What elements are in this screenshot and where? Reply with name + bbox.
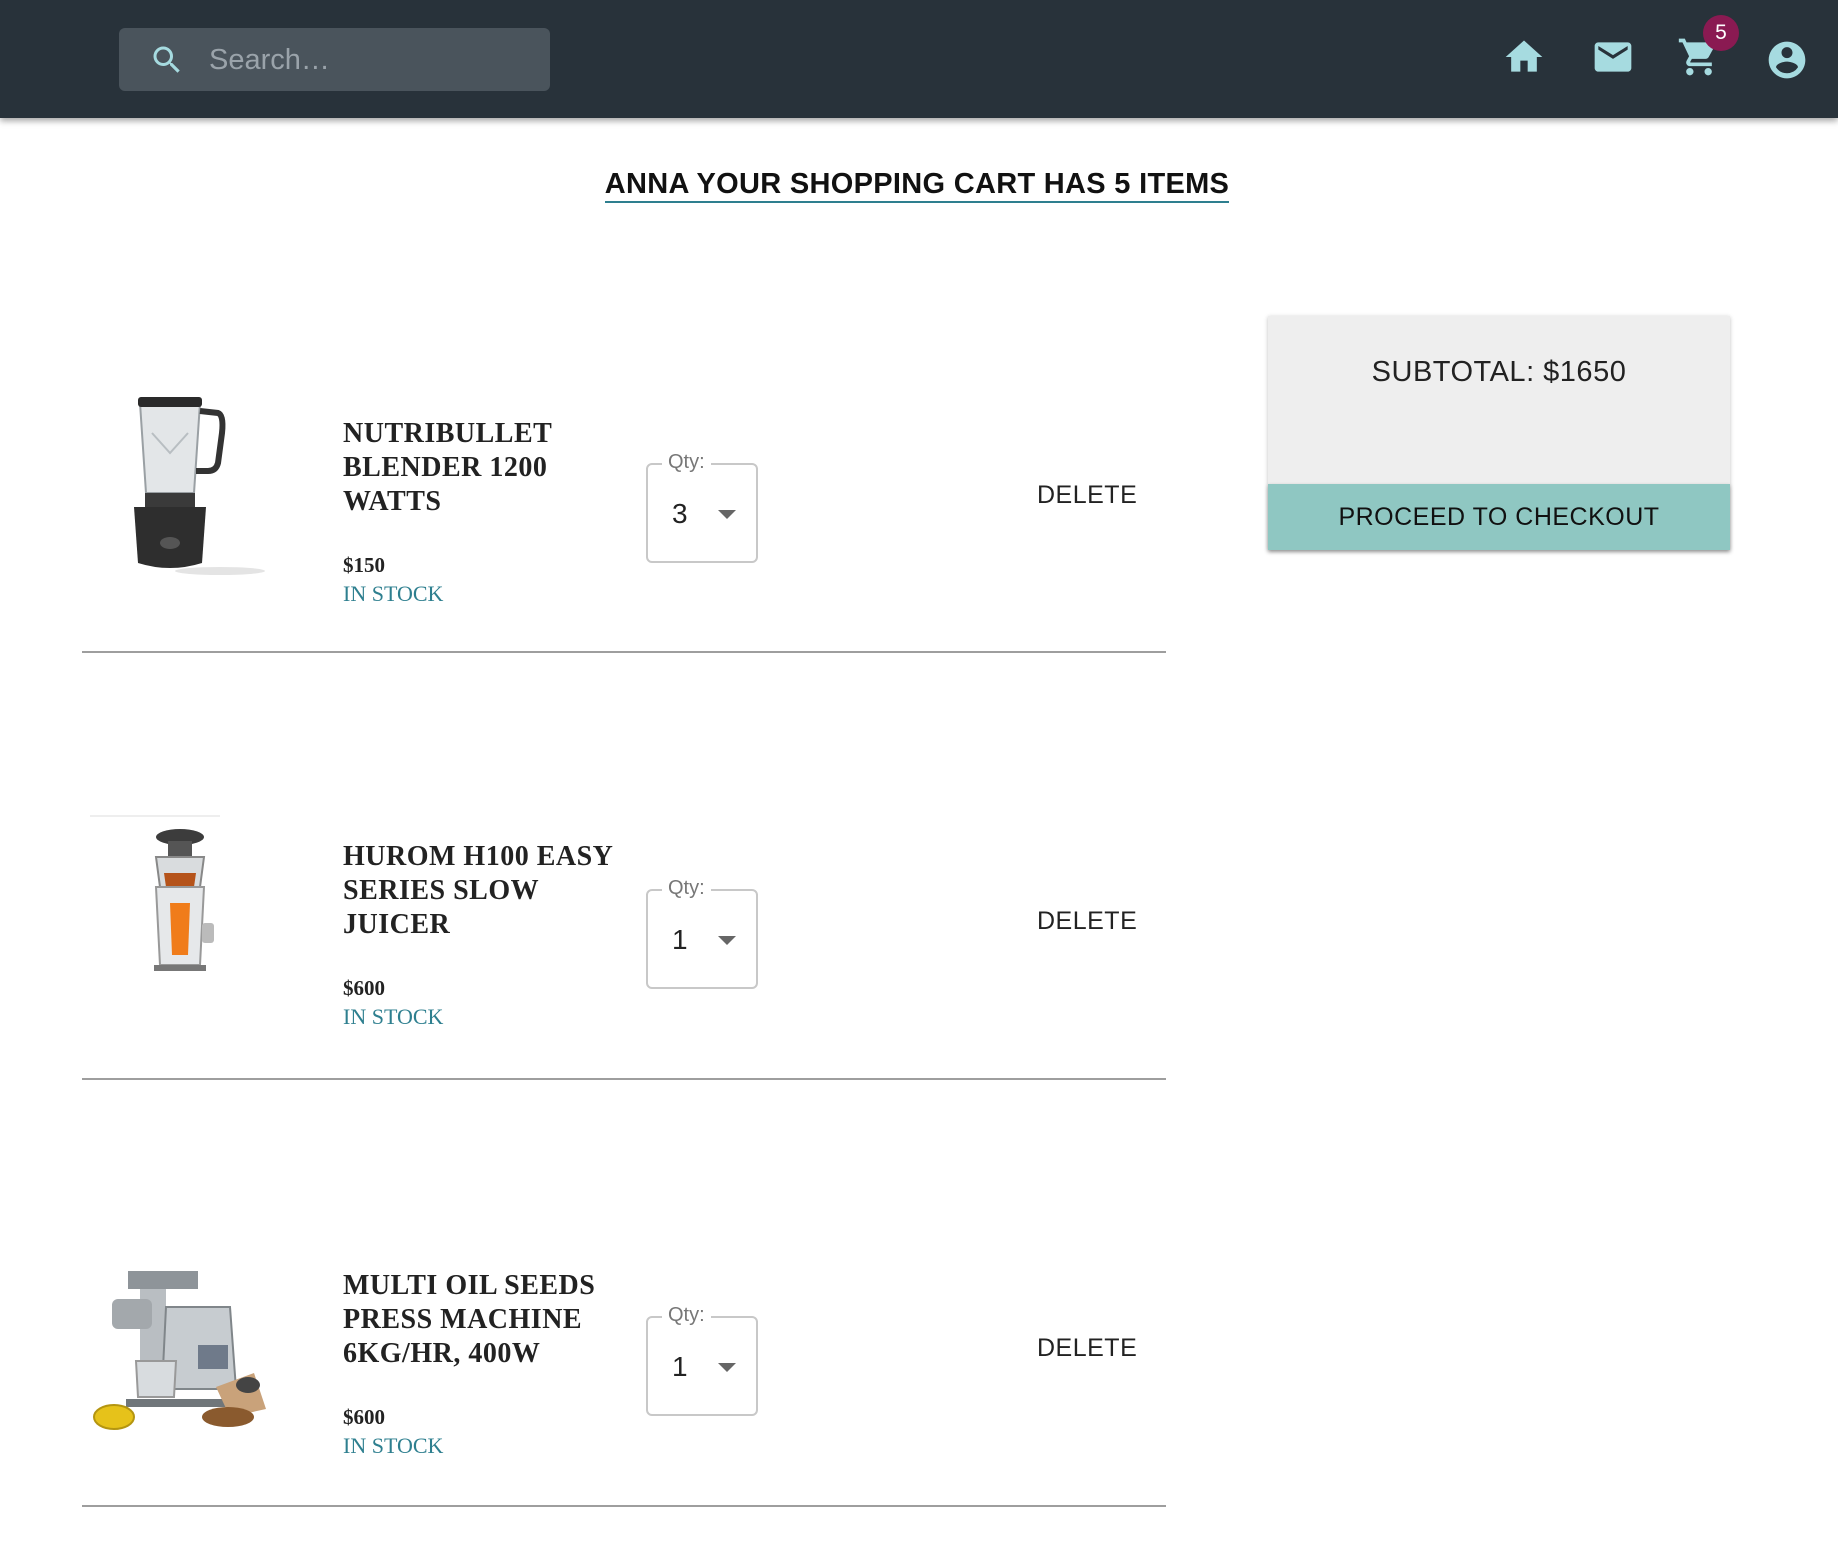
item-divider [82, 1078, 1166, 1080]
quantity-label: Qty: [662, 451, 711, 474]
quantity-select[interactable]: Qty: 3 [646, 451, 758, 563]
blender-image [90, 393, 270, 583]
mail-icon[interactable] [1591, 35, 1635, 79]
cart-item: NUTRIBULLET BLENDER 1200 WATTS $150 IN S… [82, 333, 1166, 653]
juicer-image [90, 815, 270, 1005]
item-stock-status: IN STOCK [343, 1433, 444, 1458]
delete-button[interactable]: DELETE [1037, 1334, 1137, 1363]
item-name[interactable]: MULTI OIL SEEDS PRESS MACHINE 6KG/HR, 40… [343, 1269, 633, 1371]
item-divider [82, 1505, 1166, 1507]
search-input[interactable] [207, 28, 531, 93]
account-icon[interactable] [1765, 38, 1809, 82]
oil-press-image [90, 1267, 270, 1457]
item-price: $150 [343, 553, 385, 577]
quantity-value: 1 [672, 924, 688, 955]
quantity-label: Qty: [662, 877, 711, 900]
cart-item: HUROM H100 EASY SERIES SLOW JUICER $600 … [82, 760, 1166, 1080]
search-icon [153, 46, 180, 73]
cart-count-badge: 5 [1703, 15, 1739, 51]
item-divider [82, 651, 1166, 653]
chevron-down-icon [718, 1363, 736, 1372]
proceed-to-checkout-button[interactable]: PROCEED TO CHECKOUT [1268, 484, 1730, 550]
chevron-down-icon [718, 510, 736, 519]
quantity-label: Qty: [662, 1304, 711, 1327]
cart-heading-text: ANNA YOUR SHOPPING CART HAS 5 ITEMS [604, 168, 1230, 203]
chevron-down-icon [718, 936, 736, 945]
item-stock-status: IN STOCK [343, 581, 444, 606]
item-stock-status: IN STOCK [343, 1004, 444, 1029]
quantity-select[interactable]: Qty: 1 [646, 877, 758, 989]
delete-button[interactable]: DELETE [1037, 481, 1137, 510]
subtotal-text: SUBTOTAL: $1650 [1371, 356, 1627, 388]
item-price: $600 [343, 976, 385, 1000]
cart-heading: ANNA YOUR SHOPPING CART HAS 5 ITEMS [0, 168, 1834, 203]
cart-item: MULTI OIL SEEDS PRESS MACHINE 6KG/HR, 40… [82, 1187, 1166, 1507]
quantity-value: 3 [672, 498, 688, 529]
quantity-select[interactable]: Qty: 1 [646, 1304, 758, 1416]
item-name[interactable]: NUTRIBULLET BLENDER 1200 WATTS [343, 417, 633, 519]
item-name[interactable]: HUROM H100 EASY SERIES SLOW JUICER [343, 840, 633, 942]
home-icon[interactable] [1502, 35, 1546, 79]
order-summary-panel: SUBTOTAL: $1650 PROCEED TO CHECKOUT [1268, 316, 1730, 550]
top-app-bar: 5 [0, 0, 1838, 118]
item-price: $600 [343, 1405, 385, 1429]
delete-button[interactable]: DELETE [1037, 907, 1137, 936]
search-box[interactable] [119, 28, 550, 93]
quantity-value: 1 [672, 1351, 688, 1382]
